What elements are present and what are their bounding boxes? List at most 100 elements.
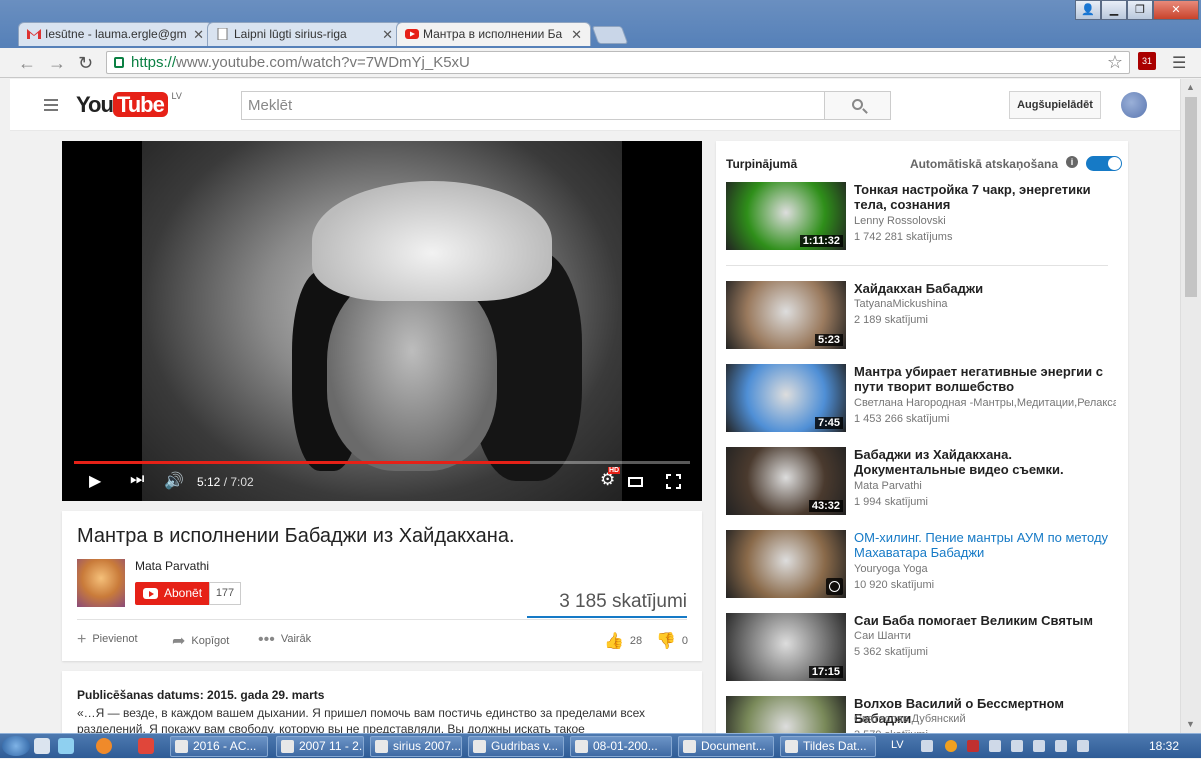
tab-label: Мантра в исполнении Ба — [423, 27, 563, 41]
tray-icon[interactable] — [945, 740, 957, 752]
scroll-up-icon[interactable]: ▲ — [1186, 82, 1195, 92]
video-thumbnail[interactable]: 5:23 — [726, 281, 846, 349]
search-input[interactable]: Meklēt — [241, 91, 825, 120]
related-video-item[interactable]: ОМ-хилинг. Пение мантры АУМ по методу Ма… — [726, 530, 1118, 600]
user-icon[interactable]: 👤 — [1075, 0, 1101, 20]
explorer-icon[interactable] — [58, 738, 74, 754]
video-thumbnail[interactable]: 7:45 — [726, 364, 846, 432]
tray-icon[interactable] — [921, 740, 933, 752]
guide-menu-icon[interactable] — [44, 99, 58, 111]
related-video-item[interactable]: 1:11:32 Тонкая настройка 7 чакр, энергети… — [726, 182, 1118, 252]
language-indicator[interactable]: LV — [891, 739, 904, 751]
video-player[interactable]: ▶ ⏭ 🔊 5:12 / 7:02 ⚙ HD — [62, 141, 702, 501]
related-channel: Lenny Rossolovski — [854, 215, 946, 227]
related-video-item[interactable]: 17:15 Саи Баба помогает Великим Святым Саи… — [726, 613, 1118, 683]
upload-button[interactable]: Augšupielādēt — [1009, 91, 1101, 119]
share-label: Kopīgot — [191, 635, 230, 647]
network-icon[interactable] — [1055, 740, 1067, 752]
taskbar-window-button[interactable]: 2016 - AC... — [170, 736, 268, 757]
browser-menu-icon[interactable]: ☰ — [1172, 53, 1186, 73]
watch-later-icon[interactable] — [826, 578, 843, 595]
info-icon[interactable]: i — [1066, 156, 1078, 168]
youtube-logo[interactable]: You Tube LV — [76, 91, 182, 118]
related-title[interactable]: Хайдакхан Бабаджи — [854, 281, 1116, 296]
related-views: 1 453 266 skatījumi — [854, 413, 950, 425]
view-count: 3 185 skatījumi — [559, 591, 687, 612]
channel-name[interactable]: Mata Parvathi — [135, 559, 209, 573]
progress-bar[interactable] — [74, 461, 690, 464]
flag-icon[interactable] — [1011, 740, 1023, 752]
minimize-button[interactable]: ▁ — [1101, 0, 1127, 20]
tab-gmail[interactable]: Iesūtne - lauma.ergle@gm ✕ — [18, 22, 213, 46]
volume-icon[interactable]: 🔊 — [164, 471, 184, 491]
autoplay-toggle[interactable] — [1086, 156, 1122, 171]
taskbar-window-button[interactable]: Tildes Dat... — [780, 736, 876, 757]
related-video-item[interactable]: Волхов Василий о Бессмертном Бабаджи Свят… — [726, 696, 1118, 733]
scroll-down-icon[interactable]: ▼ — [1186, 719, 1195, 729]
next-icon[interactable]: ⏭ — [130, 471, 144, 489]
video-thumbnail[interactable] — [726, 530, 846, 598]
start-button[interactable] — [2, 736, 30, 756]
related-sidebar: Turpinājumā Automātiskā atskaņošana i 1:… — [716, 141, 1128, 733]
tab-close-icon[interactable]: ✕ — [382, 27, 393, 43]
new-tab-button[interactable] — [591, 26, 629, 44]
add-label: Pievienot — [92, 633, 138, 645]
video-thumbnail[interactable]: 17:15 — [726, 613, 846, 681]
avatar[interactable] — [1121, 92, 1147, 118]
tab-sirius[interactable]: Laipni lūgti sirius-riga ✕ — [207, 22, 402, 46]
close-window-button[interactable]: ✕ — [1153, 0, 1199, 20]
extension-icon[interactable]: 31 — [1138, 52, 1156, 70]
page-scrollbar[interactable]: ▲ ▼ — [1180, 79, 1201, 733]
search-button[interactable] — [824, 91, 891, 120]
theater-mode-icon[interactable] — [628, 477, 643, 487]
subscriber-count: 177 — [209, 582, 241, 605]
app-icon[interactable] — [138, 738, 154, 754]
add-button[interactable]: + Pievienot — [77, 631, 138, 649]
tab-label: Iesūtne - lauma.ergle@gm — [45, 27, 187, 41]
play-icon[interactable]: ▶ — [89, 471, 101, 491]
tray-icon[interactable] — [967, 740, 979, 752]
video-thumbnail[interactable] — [726, 696, 846, 733]
address-bar[interactable]: https://www.youtube.com/watch?v=7WDmYj_K… — [106, 51, 1130, 74]
related-video-item[interactable]: 5:23 Хайдакхан Бабаджи TatyanaMickushina 2 … — [726, 281, 1118, 351]
taskbar-window-button[interactable]: 08-01-200... — [570, 736, 672, 757]
related-title[interactable]: Саи Баба помогает Великим Святым — [854, 613, 1116, 628]
scroll-thumb[interactable] — [1185, 97, 1197, 297]
time-display: 5:12 / 7:02 — [197, 475, 254, 489]
tray-icon[interactable] — [989, 740, 1001, 752]
subscribe-button[interactable]: Abonēt — [135, 582, 209, 605]
related-title[interactable]: Бабаджи из Хайдакхана. Документальные ви… — [854, 447, 1116, 477]
tab-close-icon[interactable]: ✕ — [571, 27, 582, 43]
taskbar-window-button[interactable]: 2007 11 - 2... — [276, 736, 364, 757]
battery-icon[interactable] — [1033, 740, 1045, 752]
system-clock[interactable]: 18:32 — [1149, 739, 1179, 753]
logo-country: LV — [171, 91, 182, 101]
dislike-button[interactable]: 👎 0 — [656, 631, 688, 651]
like-button[interactable]: 👍 28 — [604, 631, 642, 651]
maximize-button[interactable]: ❐ — [1127, 0, 1153, 20]
video-thumbnail[interactable]: 1:11:32 — [726, 182, 846, 250]
related-title[interactable]: Мантра убирает негативные энергии с пути… — [854, 364, 1116, 394]
taskbar-window-button[interactable]: Document... — [678, 736, 774, 757]
settings-gear-icon[interactable]: ⚙ HD — [600, 467, 621, 490]
desktop-icon[interactable] — [34, 738, 50, 754]
video-thumbnail[interactable]: 43:32 — [726, 447, 846, 515]
taskbar-window-button[interactable]: sirius 2007... — [370, 736, 462, 757]
reload-icon[interactable]: ↻ — [78, 53, 93, 74]
related-title[interactable]: Тонкая настройка 7 чакр, энергетики тела… — [854, 182, 1116, 212]
related-title[interactable]: ОМ-хилинг. Пение мантры АУМ по методу Ма… — [854, 530, 1116, 560]
share-button[interactable]: ➦ Kopīgot — [172, 631, 229, 651]
bookmark-star-icon[interactable]: ☆ — [1107, 52, 1123, 73]
channel-avatar[interactable] — [77, 559, 125, 607]
volume-tray-icon[interactable] — [1077, 740, 1089, 752]
tab-youtube[interactable]: Мантра в исполнении Ба ✕ — [396, 22, 591, 46]
tab-close-icon[interactable]: ✕ — [193, 27, 204, 43]
more-button[interactable]: ••• Vairāk — [258, 631, 311, 649]
related-video-item[interactable]: 7:45 Мантра убирает негативные энергии с … — [726, 364, 1118, 434]
forward-arrow-icon[interactable]: → — [48, 53, 66, 74]
related-video-item[interactable]: 43:32 Бабаджи из Хайдакхана. Документальн… — [726, 447, 1118, 517]
back-arrow-icon[interactable]: ← — [18, 53, 36, 74]
fullscreen-icon[interactable] — [665, 473, 682, 490]
taskbar-window-button[interactable]: Gudribas v... — [468, 736, 564, 757]
firefox-icon[interactable] — [96, 738, 112, 754]
